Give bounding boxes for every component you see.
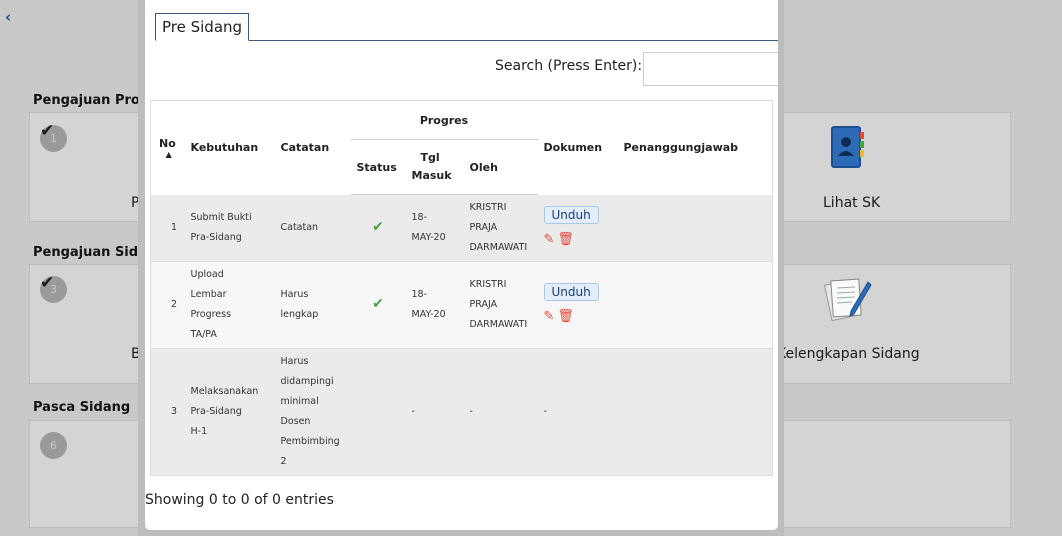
cell-penanggungjawab (617, 261, 773, 349)
cell-dokumen: Unduh ✎ 🗑 (537, 261, 618, 349)
section-title-pasca: Pasca Sidang (33, 400, 131, 415)
column-header-penanggungjawab[interactable]: Penanggungjawab (617, 100, 773, 195)
document-pencil-icon[interactable] (823, 276, 872, 326)
cell-kebutuhan: Upload Lembar Progress TA/PA (184, 261, 275, 349)
trash-icon[interactable]: 🗑 (557, 307, 574, 327)
cell-no: 3 (150, 348, 185, 476)
check-icon: ✔ (40, 273, 55, 293)
unduh-button[interactable]: Unduh (543, 283, 599, 301)
cell-oleh: KRISTRI PRAJA DARMAWATI (463, 261, 538, 349)
column-header-catatan[interactable]: Catatan (274, 100, 351, 195)
cell-oleh: - (463, 348, 538, 476)
column-header-status[interactable]: Status (350, 139, 406, 195)
cell-status (350, 348, 406, 476)
cell-tgl: 18- MAY-20 (405, 194, 464, 262)
column-header-progres: Progres (350, 100, 538, 140)
table-row: 2 Upload Lembar Progress TA/PA Harus lengkap… (150, 261, 773, 349)
step-badge: 6 (40, 432, 67, 459)
cell-catatan: Catatan (274, 194, 351, 262)
table-row: 1 Submit Bukti Pra-Sidang Catatan ✔ 18- MA… (150, 194, 773, 262)
cell-catatan: Harus didampingi minimal Dosen Pembimbing 2 (274, 348, 351, 476)
search-label: Search (Press Enter): (495, 58, 643, 74)
column-header-dokumen[interactable]: Dokumen (537, 100, 618, 195)
column-header-no[interactable]: No ▲ (150, 100, 185, 195)
cell-penanggungjawab (617, 348, 773, 476)
tab-bar: Pre Sidang (155, 0, 778, 41)
back-icon[interactable]: ‹ (5, 8, 11, 26)
check-icon: ✔ (40, 121, 55, 141)
card-label-kelengkapan[interactable]: Kelengkapan Sidang (777, 346, 920, 362)
cell-oleh: KRISTRI PRAJA DARMAWATI (463, 194, 538, 262)
cell-kebutuhan: Submit Bukti Pra-Sidang (184, 194, 275, 262)
modal-dialog: Pre Sidang Search (Press Enter): No ▲ Ke… (145, 0, 778, 530)
sort-asc-icon: ▲ (165, 149, 172, 159)
search-input[interactable] (643, 52, 778, 86)
cell-no: 2 (150, 261, 185, 349)
table-row: 3 Melaksanakan Pra-Sidang H-1 Harus didampi… (150, 348, 773, 476)
unduh-button[interactable]: Unduh (543, 205, 599, 224)
edit-pencil-icon[interactable]: ✎ (544, 307, 555, 327)
cell-no: 1 (150, 194, 185, 262)
cell-penanggungjawab (617, 194, 773, 262)
status-check-icon: ✔ (350, 194, 406, 262)
cell-dokumen: - (537, 348, 618, 476)
cell-dokumen: Unduh ✎ 🗑 (537, 194, 618, 262)
cell-tgl: 18- MAY-20 (405, 261, 464, 349)
edit-pencil-icon[interactable]: ✎ (544, 230, 555, 250)
cell-kebutuhan: Melaksanakan Pra-Sidang H-1 (184, 348, 275, 476)
address-book-icon[interactable] (829, 124, 865, 174)
card-label-lihat-sk[interactable]: Lihat SK (823, 195, 880, 211)
status-check-icon: ✔ (350, 261, 406, 349)
cell-tgl: - (405, 348, 464, 476)
column-header-tgl-masuk[interactable]: Tgl Masuk (405, 139, 464, 195)
column-header-oleh[interactable]: Oleh (463, 139, 538, 195)
trash-icon[interactable]: 🗑 (557, 230, 574, 250)
tab-pre-sidang[interactable]: Pre Sidang (155, 13, 250, 41)
column-header-kebutuhan[interactable]: Kebutuhan (184, 100, 275, 195)
cell-catatan: Harus lengkap (274, 261, 351, 349)
requirements-table: No ▲ Kebutuhan Catatan Progres Dokumen P… (150, 100, 773, 476)
table-info-footer: Showing 0 to 0 of 0 entries (145, 492, 334, 508)
